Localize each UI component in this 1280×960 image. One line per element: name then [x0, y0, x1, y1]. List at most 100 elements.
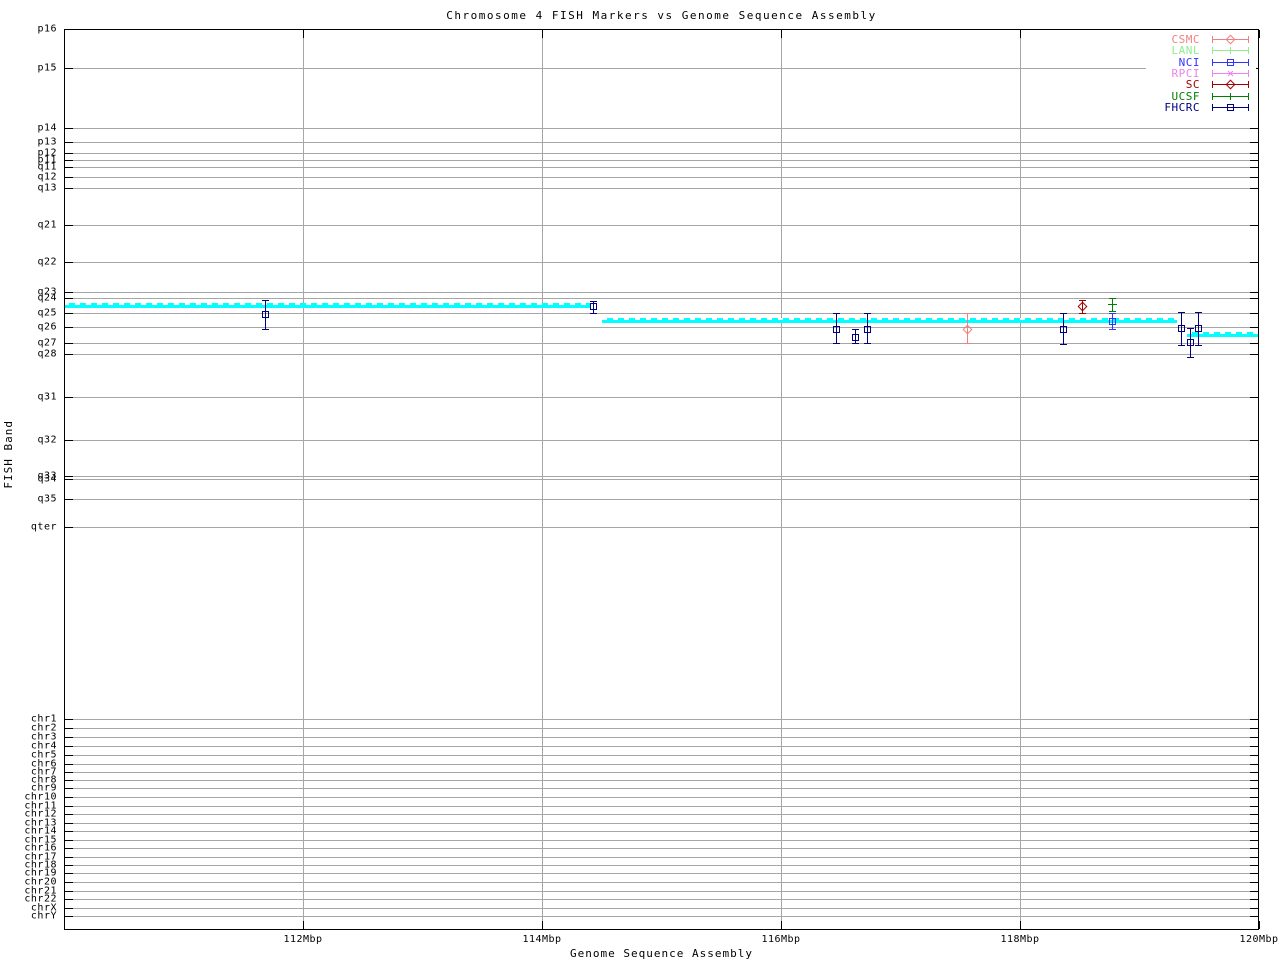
y-gridline — [64, 527, 1259, 528]
y-tick-label: q27 — [37, 337, 57, 349]
y-gridline — [64, 772, 1259, 773]
error-bar-cap-top — [1187, 328, 1194, 329]
y-tick-left — [65, 167, 73, 168]
legend-label: LANL — [1171, 44, 1200, 58]
y-gridline — [64, 476, 1259, 477]
y-tick-right — [1250, 873, 1258, 874]
error-bar-cap-bottom — [1109, 329, 1116, 330]
y-tick-label: q12 — [37, 171, 57, 183]
x-tick-top — [303, 30, 304, 38]
y-tick-left — [65, 780, 73, 781]
y-tick-right — [1250, 313, 1258, 314]
y-tick-label: q28 — [37, 348, 57, 360]
y-tick-left — [65, 764, 73, 765]
y-gridline — [64, 327, 1259, 328]
y-tick-right — [1250, 440, 1258, 441]
y-tick-right — [1250, 153, 1258, 154]
assembly-band — [64, 303, 590, 308]
y-tick-left — [65, 772, 73, 773]
y-tick-right — [1250, 780, 1258, 781]
y-tick-left — [65, 225, 73, 226]
legend-label: UCSF — [1171, 89, 1200, 103]
y-gridline — [64, 354, 1259, 355]
y-tick-left — [65, 857, 73, 858]
y-gridline — [64, 806, 1259, 807]
y-tick-right — [1250, 479, 1258, 480]
x-tick-label: 112Mbp — [283, 934, 323, 945]
error-bar-cap-top — [1178, 312, 1185, 313]
legend-marker-plus — [1230, 92, 1231, 100]
error-bar-cap-bottom — [1178, 345, 1185, 346]
error-bar-cap-top — [262, 300, 269, 301]
y-tick-left — [65, 873, 73, 874]
y-tick-label: q31 — [37, 391, 57, 403]
x-gridline — [781, 29, 782, 930]
y-tick-label: qter — [30, 521, 57, 533]
y-tick-right — [1250, 262, 1258, 263]
y-gridline — [64, 899, 1259, 900]
y-tick-label: q26 — [37, 321, 57, 333]
legend-marker-plus — [1230, 47, 1231, 55]
legend-marker-square — [1227, 103, 1234, 111]
error-bar-cap-bottom — [864, 343, 871, 344]
y-tick-label: q21 — [37, 219, 57, 231]
y-gridline — [64, 882, 1259, 883]
y-tick-right — [1250, 848, 1258, 849]
y-gridline — [64, 298, 1259, 299]
error-bar-cap-bottom — [1187, 357, 1194, 358]
y-gridline — [64, 814, 1259, 815]
y-tick-left — [65, 788, 73, 789]
y-tick-left — [65, 68, 73, 69]
y-tick-label: q34 — [37, 473, 57, 485]
x-tick-bottom — [781, 921, 782, 929]
error-bar-cap-top — [833, 313, 840, 314]
error-bar-cap-bottom — [833, 343, 840, 344]
data-point-square — [852, 334, 859, 341]
y-gridline — [64, 764, 1259, 765]
y-tick-left — [65, 746, 73, 747]
legend-item-lanl: LANL — [1106, 45, 1256, 56]
y-gridline — [64, 225, 1259, 226]
y-tick-right — [1250, 891, 1258, 892]
y-tick-right — [1250, 397, 1258, 398]
y-gridline — [64, 142, 1259, 143]
y-gridline — [64, 153, 1259, 154]
x-tick-label: 114Mbp — [522, 934, 562, 945]
data-point-square — [1187, 339, 1194, 346]
y-gridline — [64, 737, 1259, 738]
x-tick-label: 118Mbp — [1000, 934, 1040, 945]
legend-sample-cap — [1248, 58, 1249, 66]
y-gridline — [64, 823, 1259, 824]
y-tick-right — [1250, 354, 1258, 355]
y-tick-label: q32 — [37, 434, 57, 446]
error-bar-cap-bottom — [1060, 344, 1067, 345]
y-tick-label: q35 — [37, 493, 57, 505]
y-tick-label: p15 — [37, 62, 57, 74]
y-tick-right — [1250, 823, 1258, 824]
legend-sample-cap — [1212, 92, 1213, 100]
x-tick-top — [1020, 30, 1021, 38]
y-tick-left — [65, 440, 73, 441]
error-bar-cap-top — [852, 329, 859, 330]
error-bar-cap-bottom — [1109, 311, 1116, 312]
legend-sample-cap — [1212, 47, 1213, 55]
y-tick-left — [65, 737, 73, 738]
y-tick-left — [65, 313, 73, 314]
y-gridline — [64, 719, 1259, 720]
y-tick-left — [65, 908, 73, 909]
legend-sample-cap — [1212, 58, 1213, 66]
y-tick-right — [1250, 755, 1258, 756]
y-tick-right — [1250, 814, 1258, 815]
y-tick-right — [1250, 764, 1258, 765]
x-gridline — [1020, 29, 1021, 930]
legend-marker-square — [1227, 58, 1234, 66]
error-bar-cap-bottom — [852, 343, 859, 344]
y-tick-right — [1250, 298, 1258, 299]
y-tick-right — [1250, 831, 1258, 832]
y-tick-left — [65, 177, 73, 178]
data-point-square — [1178, 325, 1185, 332]
error-bar-cap-bottom — [964, 343, 971, 344]
x-tick-top — [1259, 30, 1260, 38]
error-bar-cap-bottom — [590, 313, 597, 314]
chart-canvas: Chromosome 4 FISH Markers vs Genome Sequ… — [0, 0, 1280, 960]
